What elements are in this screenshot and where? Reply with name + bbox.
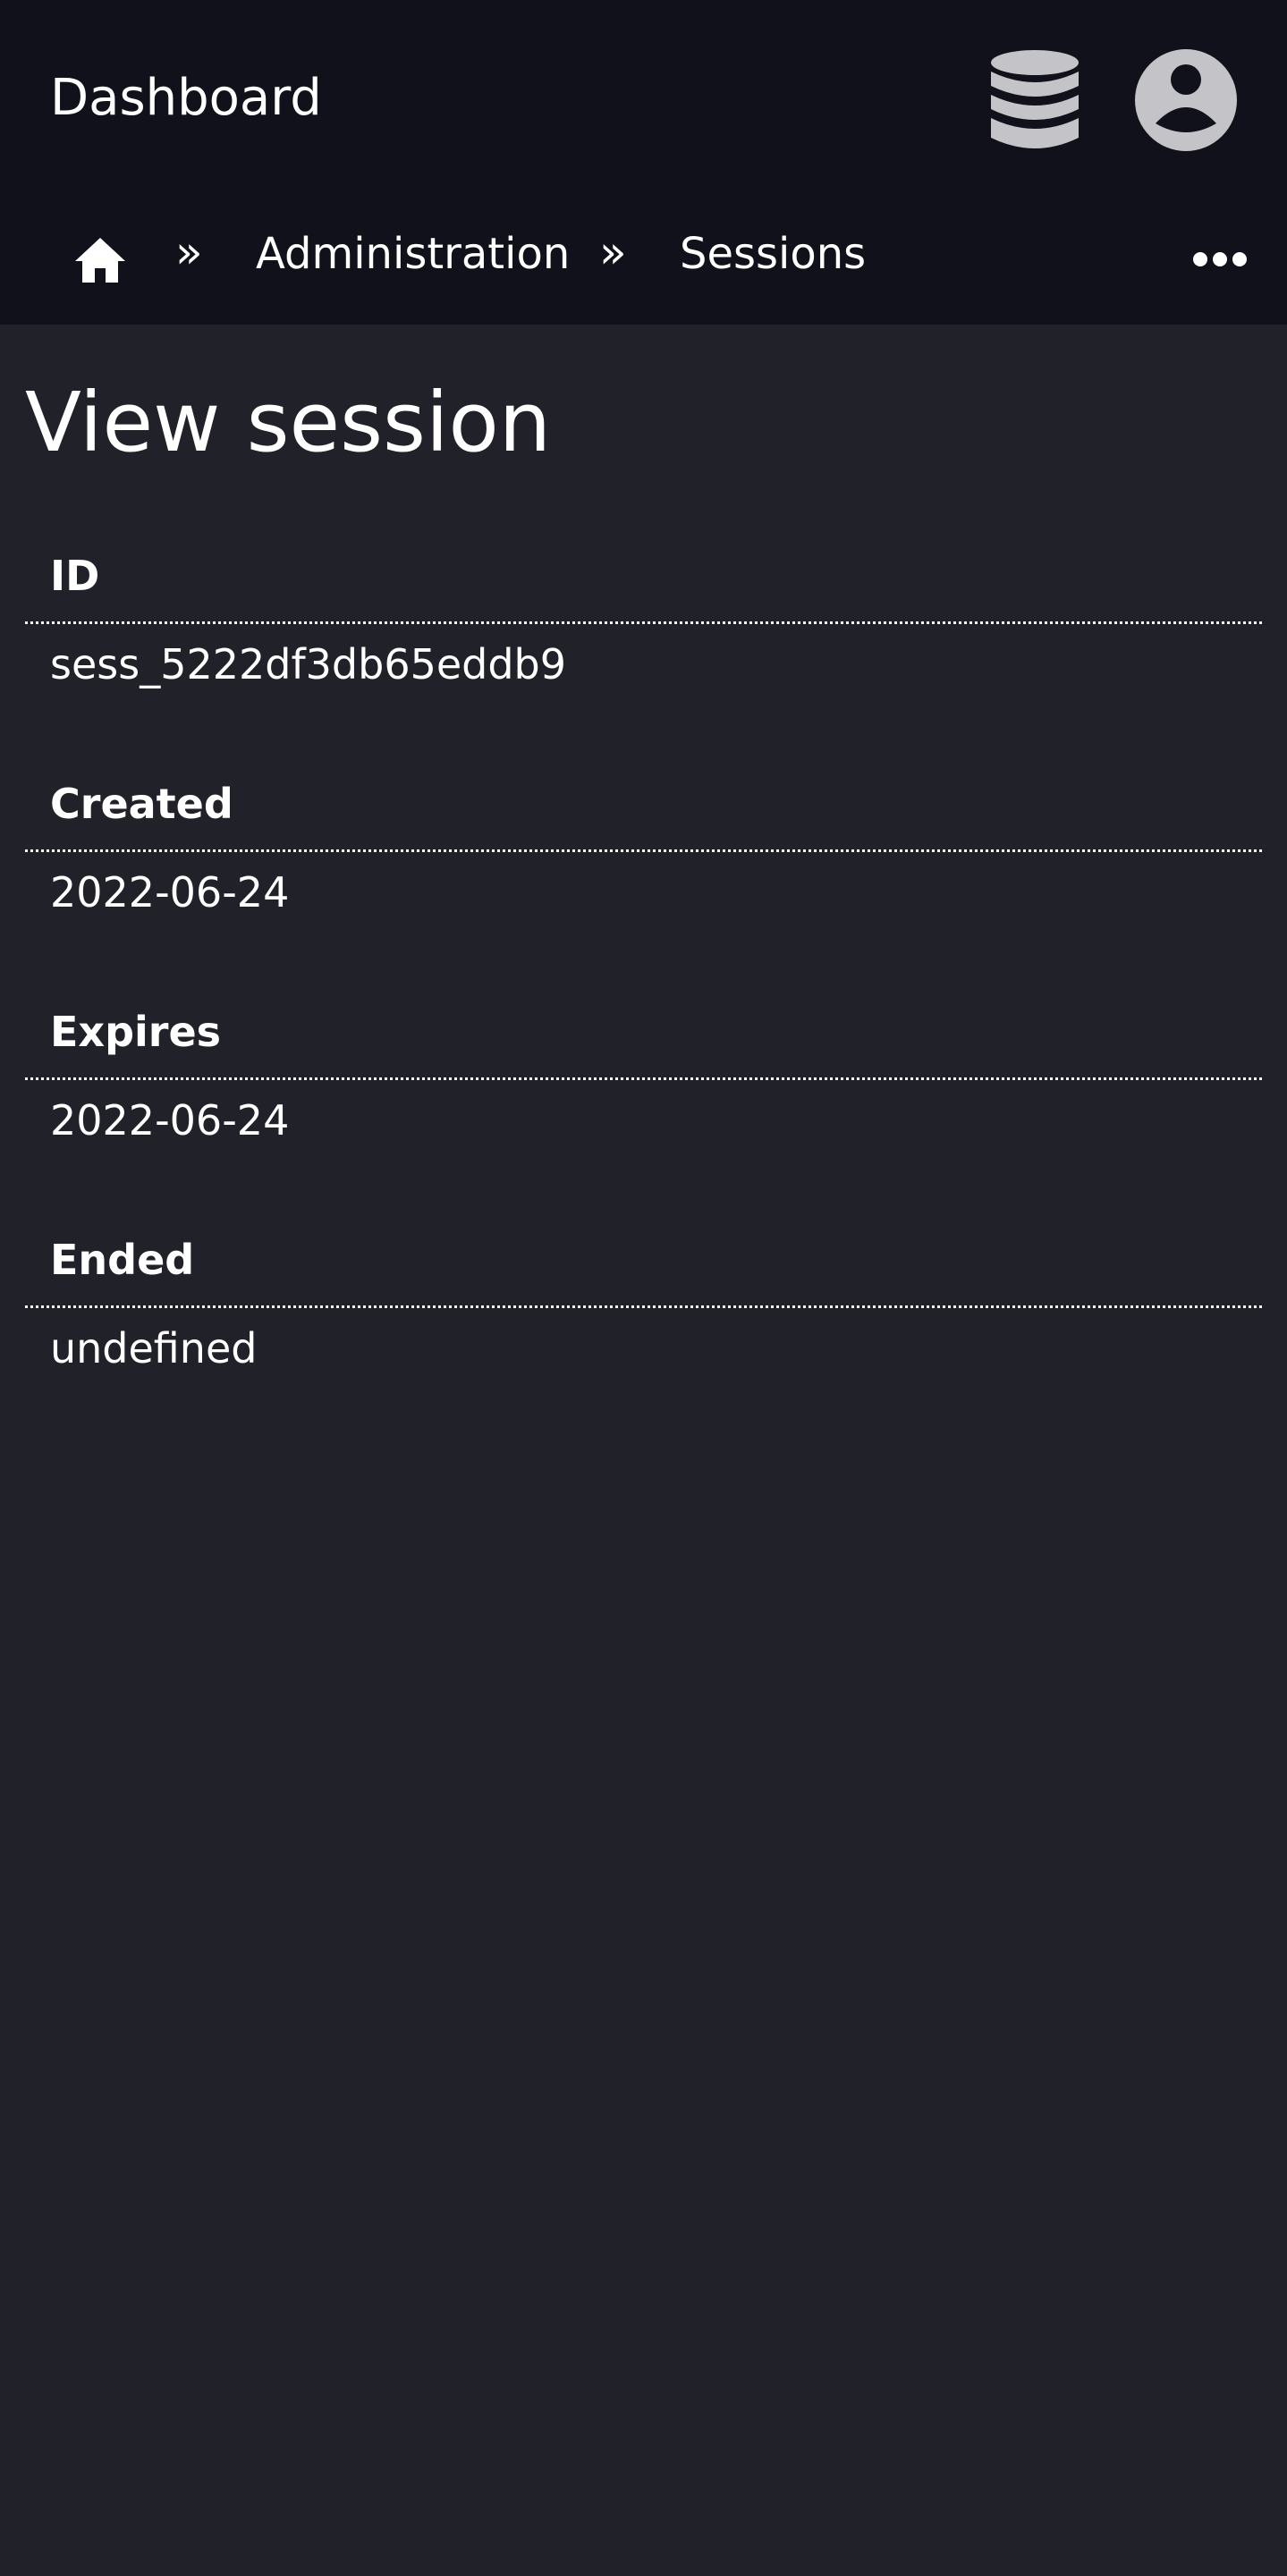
field-id: ID sess_5222df3db65eddb9	[25, 522, 1262, 692]
breadcrumb-separator: »	[599, 226, 627, 278]
home-icon	[75, 238, 125, 283]
field-label: Ended	[25, 1206, 1262, 1308]
breadcrumb-home[interactable]	[73, 236, 127, 284]
breadcrumb-separator: »	[175, 226, 203, 278]
field-value: undefined	[50, 1324, 258, 1372]
field-value: sess_5222df3db65eddb9	[50, 640, 567, 688]
field-created: Created 2022-06-24	[25, 750, 1262, 920]
top-bar: Dashboard » Administration » Sessions	[0, 0, 1287, 325]
field-value: 2022-06-24	[50, 1096, 290, 1144]
page-title: View session	[25, 375, 552, 470]
breadcrumb: » Administration » Sessions	[0, 215, 1287, 295]
more-horizontal-icon	[1193, 252, 1247, 266]
field-value: 2022-06-24	[50, 868, 290, 916]
breadcrumb-item-administration[interactable]: Administration	[256, 227, 570, 281]
field-ended: Ended undefined	[25, 1206, 1262, 1376]
app-title[interactable]: Dashboard	[50, 67, 322, 130]
field-label: Expires	[25, 978, 1262, 1080]
breadcrumb-item-sessions[interactable]: Sessions	[680, 227, 866, 281]
field-label: ID	[25, 522, 1262, 624]
more-options-button[interactable]	[1193, 250, 1247, 268]
user-circle-icon	[1135, 49, 1237, 151]
field-expires: Expires 2022-06-24	[25, 978, 1262, 1148]
database-icon	[991, 50, 1079, 148]
user-menu-button[interactable]	[1134, 48, 1238, 152]
field-label: Created	[25, 750, 1262, 852]
database-button[interactable]	[987, 48, 1082, 152]
